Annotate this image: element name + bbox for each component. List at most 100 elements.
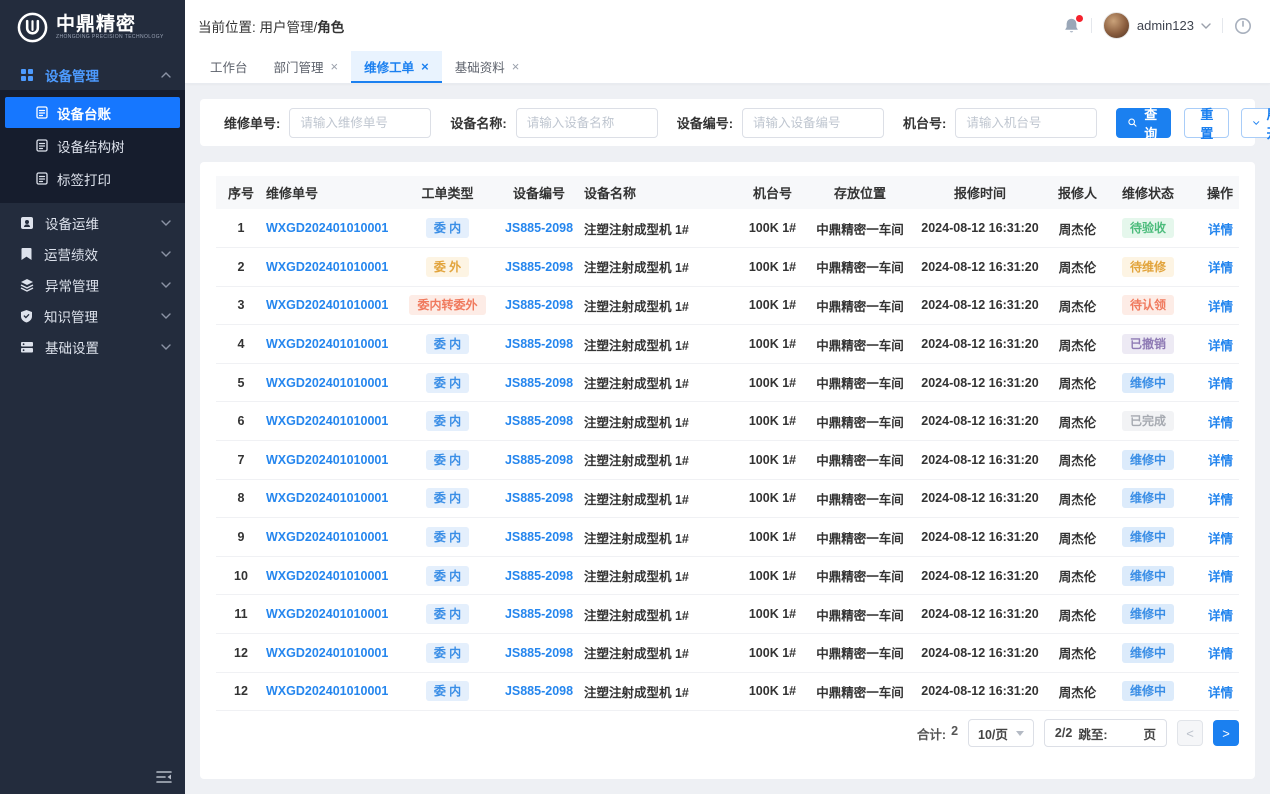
work-order-link[interactable]: WXGD202401010001 xyxy=(266,530,388,544)
device-no-link[interactable]: JS885-2098 xyxy=(505,376,573,390)
detail-link[interactable]: 详情 xyxy=(1208,261,1233,275)
sidebar-item-标签打印[interactable]: 标签打印 xyxy=(5,163,180,194)
user-menu[interactable]: admin123 xyxy=(1103,12,1211,39)
detail-link[interactable]: 详情 xyxy=(1208,570,1233,584)
search-icon xyxy=(1128,116,1137,129)
work-order-link[interactable]: WXGD202401010001 xyxy=(266,298,388,312)
query-button[interactable]: 查询 xyxy=(1116,108,1171,138)
work-order-link[interactable]: WXGD202401010001 xyxy=(266,337,388,351)
page-size-select[interactable]: 10/页 xyxy=(968,719,1034,747)
reporter-cell-cell: 周杰伦 xyxy=(1049,209,1106,248)
device-no-link[interactable]: JS885-2098 xyxy=(505,453,573,467)
search-field-2: 设备编号: xyxy=(677,108,884,138)
sidebar-item-设备结构树[interactable]: 设备结构树 xyxy=(5,130,180,161)
machine-cell-cell: 100K 1# xyxy=(736,634,809,673)
device-no-link[interactable]: JS885-2098 xyxy=(505,221,573,235)
order-type-badge-cell: 委 内 xyxy=(401,672,494,711)
detail-link[interactable]: 详情 xyxy=(1208,416,1233,430)
sidebar-section-4[interactable]: 知识管理 xyxy=(0,300,185,331)
device-no-link[interactable]: JS885-2098 xyxy=(505,530,573,544)
sidebar-collapse-icon[interactable] xyxy=(156,770,172,784)
detail-link[interactable]: 详情 xyxy=(1208,339,1233,353)
chevron-down-icon xyxy=(161,344,171,350)
work-order-link[interactable]: WXGD202401010001 xyxy=(266,684,388,698)
location-cell-cell: 中鼎精密一车间 xyxy=(809,556,911,595)
device-no-link[interactable]: JS885-2098 xyxy=(505,337,573,351)
search-input-1[interactable] xyxy=(516,108,658,138)
device-no-link[interactable]: JS885-2098 xyxy=(505,298,573,312)
user-avatar xyxy=(1103,12,1130,39)
detail-link[interactable]: 详情 xyxy=(1208,454,1233,468)
repair-status-badge-cell: 待认领 xyxy=(1106,286,1190,325)
repair-status-badge-cell: 维修中 xyxy=(1106,518,1190,557)
device-name-cell-cell: 注塑注射成型机 1# xyxy=(584,479,736,518)
work-order-link[interactable]: WXGD202401010001 xyxy=(266,260,388,274)
jump-page-input[interactable] xyxy=(1113,726,1137,740)
location-cell-cell: 中鼎精密一车间 xyxy=(809,286,911,325)
sidebar: 中鼎精密 ZHONGDING PRECISION TECHNOLOGY 设备管理… xyxy=(0,0,185,794)
search-input-2[interactable] xyxy=(742,108,884,138)
repair-status-badge-cell: 已完成 xyxy=(1106,402,1190,441)
work-order-link-cell: WXGD202401010001 xyxy=(266,248,401,287)
sidebar-section-3[interactable]: 异常管理 xyxy=(0,269,185,300)
work-order-link[interactable]: WXGD202401010001 xyxy=(266,376,388,390)
notification-bell-icon[interactable] xyxy=(1063,17,1080,35)
tab-部门管理[interactable]: 部门管理× xyxy=(261,51,352,83)
expand-button[interactable]: 展开 xyxy=(1241,108,1270,138)
device-no-link[interactable]: JS885-2098 xyxy=(505,414,573,428)
sidebar-section-0[interactable]: 设备管理 xyxy=(0,59,185,90)
device-no-link[interactable]: JS885-2098 xyxy=(505,569,573,583)
close-icon[interactable]: × xyxy=(421,60,429,73)
device-no-link[interactable]: JS885-2098 xyxy=(505,684,573,698)
next-page-button[interactable]: > xyxy=(1213,720,1239,746)
detail-link[interactable]: 详情 xyxy=(1208,532,1233,546)
tab-label: 工作台 xyxy=(210,57,248,76)
column-header-设备编号: 设备编号 xyxy=(494,176,584,209)
sidebar-section-2[interactable]: 运营绩效 xyxy=(0,238,185,269)
close-icon[interactable]: × xyxy=(512,60,520,73)
work-order-link[interactable]: WXGD202401010001 xyxy=(266,221,388,235)
work-order-link[interactable]: WXGD202401010001 xyxy=(266,414,388,428)
prev-page-button[interactable]: < xyxy=(1177,720,1203,746)
device-no-link[interactable]: JS885-2098 xyxy=(505,607,573,621)
work-order-link[interactable]: WXGD202401010001 xyxy=(266,491,388,505)
search-input-3[interactable] xyxy=(955,108,1097,138)
work-order-link[interactable]: WXGD202401010001 xyxy=(266,607,388,621)
tab-工作台[interactable]: 工作台 xyxy=(197,51,261,83)
detail-link[interactable]: 详情 xyxy=(1208,686,1233,700)
report-time-cell-cell: 2024-08-12 16:31:20 xyxy=(911,363,1049,402)
sidebar-item-设备台账[interactable]: 设备台账 xyxy=(5,97,180,128)
device-no-link[interactable]: JS885-2098 xyxy=(505,646,573,660)
top-header: 当前位置: 用户管理/角色 admin123 xyxy=(185,0,1270,51)
search-input-0[interactable] xyxy=(289,108,431,138)
sidebar-section-1[interactable]: 设备运维 xyxy=(0,207,185,238)
sidebar-section-5[interactable]: 基础设置 xyxy=(0,331,185,362)
device-no-link[interactable]: JS885-2098 xyxy=(505,260,573,274)
location-cell-cell: 中鼎精密一车间 xyxy=(809,672,911,711)
tab-基础资料[interactable]: 基础资料× xyxy=(442,51,533,83)
device-no-link-cell: JS885-2098 xyxy=(494,286,584,325)
tab-label: 维修工单 xyxy=(364,57,414,76)
detail-link[interactable]: 详情 xyxy=(1208,609,1233,623)
detail-link[interactable]: 详情 xyxy=(1208,493,1233,507)
work-order-link[interactable]: WXGD202401010001 xyxy=(266,569,388,583)
pagination: 合计:2 10/页 2/2 跳至: 页 < > xyxy=(216,711,1239,763)
breadcrumb-label: 当前位置: xyxy=(198,20,256,35)
device-no-link[interactable]: JS885-2098 xyxy=(505,491,573,505)
device-no-link-cell: JS885-2098 xyxy=(494,556,584,595)
order-type-badge: 委 内 xyxy=(426,604,469,624)
logo-subtitle: ZHONGDING PRECISION TECHNOLOGY xyxy=(56,34,164,40)
reset-button[interactable]: 重置 xyxy=(1184,108,1229,138)
detail-link-cell: 详情 xyxy=(1190,479,1239,518)
tab-维修工单[interactable]: 维修工单 × xyxy=(351,51,442,83)
logout-power-icon[interactable] xyxy=(1234,17,1252,35)
detail-link[interactable]: 详情 xyxy=(1208,377,1233,391)
work-order-link[interactable]: WXGD202401010001 xyxy=(266,453,388,467)
detail-link[interactable]: 详情 xyxy=(1208,223,1233,237)
report-time-cell-cell: 2024-08-12 16:31:20 xyxy=(911,479,1049,518)
detail-link[interactable]: 详情 xyxy=(1208,647,1233,661)
close-icon[interactable]: × xyxy=(331,60,339,73)
order-type-badge: 委 内 xyxy=(426,643,469,663)
work-order-link[interactable]: WXGD202401010001 xyxy=(266,646,388,660)
detail-link[interactable]: 详情 xyxy=(1208,300,1233,314)
